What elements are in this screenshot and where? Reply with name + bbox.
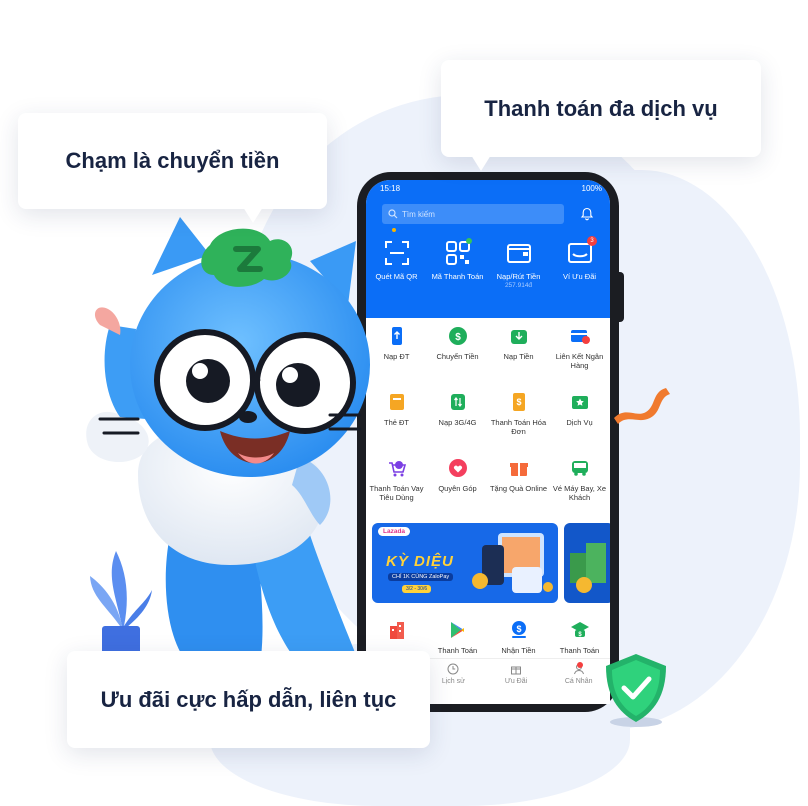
coin-illustration [570, 543, 606, 593]
service-label: Chuyển Tiền [436, 352, 479, 361]
gift-icon [509, 463, 528, 476]
service-donate[interactable]: Quyên Góp [427, 458, 488, 524]
device-illustration [472, 533, 553, 593]
banner-date: 3/2 - 30/6 [402, 585, 432, 593]
banner-title: KỲ DIỆU [386, 553, 454, 570]
wallet-balance: 257.914đ [504, 282, 533, 289]
search-input[interactable]: Tìm kiếm [382, 204, 564, 224]
gift-icon [511, 666, 521, 675]
bubble-text: Chạm là chuyển tiền [65, 148, 280, 173]
banner-subtitle: CHỈ 1K CÙNG ZaloPay [388, 573, 454, 581]
status-time: 15:18 [380, 184, 401, 193]
voucher-badge: 3 [587, 236, 597, 246]
quick-action-label: Mã Thanh Toán [431, 272, 484, 281]
receive-icon: $ [511, 621, 526, 638]
service-label: Thanh Toán [559, 646, 600, 655]
service-grid: Nạp ĐT $ Chuyển Tiền Nạp Tiền Liên Kết N… [366, 326, 610, 524]
bubble-tail [471, 155, 491, 171]
service-label: Nhận Tiền [501, 646, 536, 655]
phone-side-button [617, 272, 624, 322]
service-label: Nạp Tiền [503, 352, 534, 361]
quick-action-label: Nạp/Rút Tiền [496, 272, 541, 281]
service-label: Thanh Toán Hóa Đơn [490, 418, 547, 436]
bill-icon: $ [512, 393, 525, 411]
search-placeholder: Tìm kiếm [402, 209, 435, 219]
quick-action-label: Ví Ưu Đãi [562, 272, 597, 281]
service-deposit[interactable]: Nạp Tiền [488, 326, 549, 392]
service-label: Nạp 3G/4G [438, 418, 477, 427]
service-receive[interactable]: $ Nhận Tiền [488, 620, 549, 660]
deposit-icon [510, 330, 527, 344]
service-label: Liên Kết Ngân Hàng [555, 352, 604, 370]
tab-label: Lịch sử [441, 678, 465, 685]
bus-icon [571, 461, 588, 476]
transfer-icon: $ [448, 327, 467, 345]
qr-icon [445, 241, 470, 265]
star-icon [571, 396, 588, 409]
promo-banner[interactable]: Lazada KỲ DIỆU CHỈ 1K CÙNG ZaloPay 3/2 -… [372, 523, 558, 603]
svg-text:$: $ [455, 332, 461, 343]
service-label: Tặng Quà Online [489, 484, 548, 493]
svg-text:$: $ [516, 397, 521, 407]
service-gift[interactable]: Tặng Quà Online [488, 458, 549, 524]
service-tickets[interactable]: Vé Máy Bay, Xe Khách [549, 458, 610, 524]
promo-banner-next[interactable] [564, 523, 610, 603]
app-header: 15:18 100% Tìm kiếm Quét Mã QR Mã Thanh … [366, 180, 610, 318]
tuition-icon: $ [570, 622, 589, 638]
donate-icon [448, 459, 467, 477]
speech-bubble-transfer: Chạm là chuyển tiền [18, 113, 327, 223]
app-screen: 15:18 100% Tìm kiếm Quét Mã QR Mã Thanh … [366, 180, 610, 704]
service-services[interactable]: Dịch Vụ [549, 392, 610, 458]
status-battery: 100% [581, 184, 602, 193]
svg-text:$: $ [516, 624, 521, 634]
ribbon-decoration [614, 388, 670, 424]
play-icon [450, 622, 464, 638]
service-tuition[interactable]: $ Thanh Toán [549, 620, 610, 660]
quick-action-topup-withdraw[interactable]: Nạp/Rút Tiền 257.914đ [488, 240, 549, 304]
service-label: Dịch Vụ [566, 418, 593, 427]
service-label: Thanh Toán [437, 646, 478, 655]
tab-label: Ưu Đãi [504, 678, 528, 685]
clock-icon [447, 663, 459, 675]
bubble-text: Ưu đãi cực hấp dẫn, liên tục [100, 686, 397, 712]
tab-history[interactable]: Lịch sử [422, 659, 485, 691]
tab-offers[interactable]: Ưu Đãi [485, 659, 548, 691]
cat-mascot-illustration [86, 217, 370, 665]
quick-action-voucher[interactable]: 3 Ví Ưu Đãi [549, 236, 610, 304]
tab-label: Cá Nhân [564, 678, 593, 685]
speech-bubble-multi-service: Thanh toán đa dịch vụ [441, 60, 761, 171]
service-label: Vé Máy Bay, Xe Khách [552, 484, 607, 502]
bubble-tail [243, 207, 263, 223]
quick-action-payment-code[interactable]: Mã Thanh Toán [427, 238, 488, 304]
bank-link-icon [570, 330, 590, 344]
new-dot [466, 238, 472, 244]
security-shield-icon [606, 654, 666, 727]
wallet-icon [506, 244, 531, 263]
bubble-text: Thanh toán đa dịch vụ [484, 95, 718, 121]
bottom-tabbar: Lịch sử Ưu Đãi Cá Nhân [422, 658, 610, 691]
service-google-play[interactable]: Thanh Toán [427, 620, 488, 660]
service-bank-link[interactable]: Liên Kết Ngân Hàng [549, 326, 610, 392]
service-transfer[interactable]: $ Chuyển Tiền [427, 326, 488, 392]
bell-icon[interactable] [580, 207, 594, 221]
indicator-dot [392, 228, 396, 232]
tab-profile[interactable]: Cá Nhân [547, 659, 610, 691]
service-data-topup[interactable]: Nạp 3G/4G [427, 392, 488, 458]
data-icon [450, 394, 465, 410]
quick-actions: Quét Mã QR Mã Thanh Toán Nạp/Rút Tiền 25… [366, 236, 610, 304]
speech-bubble-promo: Ưu đãi cực hấp dẫn, liên tục [67, 651, 430, 748]
service-label: Quyên Góp [438, 484, 477, 493]
status-bar: 15:18 100% [380, 184, 602, 196]
service-bill-payment[interactable]: $ Thanh Toán Hóa Đơn [488, 392, 549, 458]
